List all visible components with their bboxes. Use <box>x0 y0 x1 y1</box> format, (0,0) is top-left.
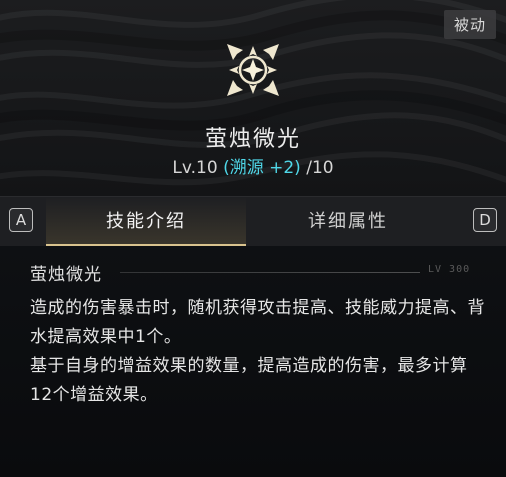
next-tab-key-hint[interactable]: D <box>473 208 497 232</box>
section-deco-text: LV 300 <box>428 264 471 275</box>
skill-detail-panel: 被动 萤烛微光 Lv.10 (溯源 +2) /10 A 技能介绍 详细属性 D … <box>0 0 506 477</box>
prev-tab-key-hint[interactable]: A <box>9 208 33 232</box>
skill-description-area: 萤烛微光 LV 300 造成的伤害暴击时，随机获得攻击提高、技能威力提高、背水提… <box>0 246 506 477</box>
section-divider <box>120 272 420 273</box>
description-section-title: 萤烛微光 <box>30 265 102 285</box>
four-point-star-emblem-icon <box>221 38 285 102</box>
description-paragraph: 基于自身的增益效果的数量，提高造成的伤害，最多计算12个增益效果。 <box>30 356 468 405</box>
level-bonus: (溯源 +2) <box>223 158 301 178</box>
tab-detailed-attributes[interactable]: 详细属性 <box>248 197 448 247</box>
passive-skill-badge: 被动 <box>443 10 496 39</box>
level-max: /10 <box>306 158 334 178</box>
skill-description: 造成的伤害暴击时，随机获得攻击提高、技能威力提高、背水提高效果中1个。 基于自身… <box>30 294 486 410</box>
tab-skill-intro[interactable]: 技能介绍 <box>46 197 246 247</box>
tab-bar: A 技能介绍 详细属性 D <box>0 196 506 247</box>
level-current: Lv.10 <box>172 158 218 178</box>
skill-level-readout: Lv.10 (溯源 +2) /10 <box>0 153 506 178</box>
description-paragraph: 造成的伤害暴击时，随机获得攻击提高、技能威力提高、背水提高效果中1个。 <box>30 298 485 347</box>
skill-name-heading: 萤烛微光 <box>204 127 301 152</box>
